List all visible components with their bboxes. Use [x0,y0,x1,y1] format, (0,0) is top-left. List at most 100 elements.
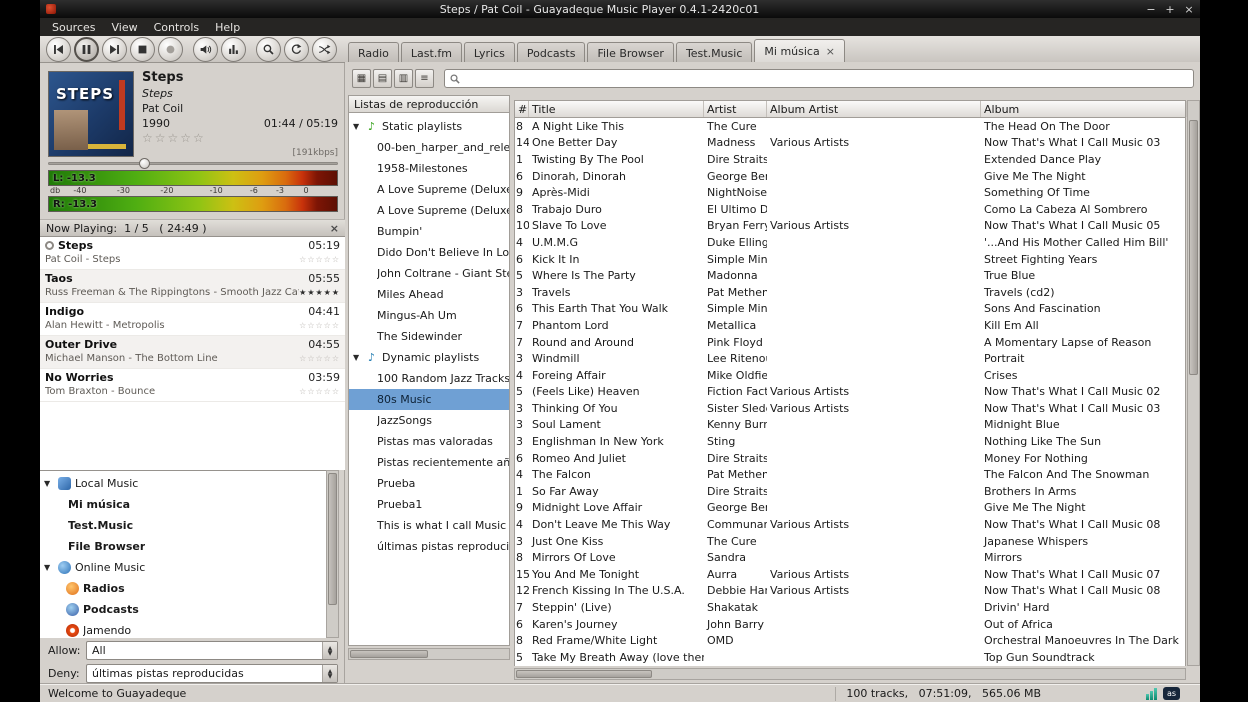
tab-last-fm[interactable]: Last.fm [401,42,462,63]
expander-icon[interactable]: ▼ [44,563,56,572]
maximize-button[interactable]: + [1162,3,1178,16]
player-rating-stars[interactable]: ☆☆☆☆☆ [142,131,338,145]
track-row[interactable]: 4The FalconPat Metheny GroupThe Falcon A… [515,466,1185,483]
track-row[interactable]: 8Red Frame/White LightOMDOrchestral Mano… [515,632,1185,649]
track-row[interactable]: 1So Far AwayDire StraitsBrothers In Arms [515,483,1185,500]
queue-track-rating[interactable]: ★★★★★ [299,288,340,297]
playlist-item[interactable]: Mingus-Ah Um [349,305,509,326]
expander-icon[interactable]: ▼ [44,479,56,488]
track-row[interactable]: 8A Night Like ThisThe CureThe Head On Th… [515,118,1185,135]
playlists-hscrollbar-thumb[interactable] [350,650,428,658]
tab-podcasts[interactable]: Podcasts [517,42,586,63]
tracklist-vscrollbar[interactable] [1187,100,1200,666]
now-playing-row[interactable]: Taos05:55Russ Freeman & The Rippingtons … [40,270,345,303]
track-row[interactable]: 4Foreing AffairMike OldfieldCrises [515,367,1185,384]
playlist-item[interactable]: A Love Supreme (Deluxe Editio [349,200,509,221]
title-bar[interactable]: Steps / Pat Coil - Guayadeque Music Play… [40,0,1200,18]
repeat-button[interactable] [284,37,309,62]
expander-icon[interactable]: ▼ [353,122,365,131]
search-input[interactable] [465,70,1193,87]
playlist-item[interactable]: Prueba [349,473,509,494]
track-row[interactable]: 7Steppin' (Live)ShakatakDrivin' Hard [515,599,1185,616]
library-item-mi-musica[interactable]: Mi música [40,494,326,515]
playlist-item[interactable]: Pistas recientemente añadidas [349,452,509,473]
track-row[interactable]: 3Englishman In New YorkStingNothing Like… [515,433,1185,450]
tracklist-hscrollbar-thumb[interactable] [516,670,652,678]
track-row[interactable]: 3WindmillLee RitenourPortrait [515,350,1185,367]
column-header-album[interactable]: Album [981,101,1187,117]
now-playing-row[interactable]: Indigo04:41Alan Hewitt - Metropolis☆☆☆☆☆ [40,303,345,336]
playlist-section-dynamic-playlists[interactable]: ▼♪Dynamic playlists [349,347,509,368]
menu-view[interactable]: View [104,20,146,35]
playlist-item[interactable]: Miles Ahead [349,284,509,305]
playlist-item[interactable]: últimas pistas reproducidas [349,536,509,557]
tab-file-browser[interactable]: File Browser [587,42,673,63]
library-section-online-music[interactable]: ▼Online Music [40,557,326,578]
deny-spinner-icon[interactable]: ▲▼ [322,665,337,682]
library-scrollbar[interactable] [326,470,339,638]
playlists-hscrollbar[interactable] [348,648,510,660]
progress-thumb[interactable] [139,158,150,169]
queue-track-rating[interactable]: ☆☆☆☆☆ [299,255,340,264]
track-row[interactable]: 10Slave To LoveBryan FerryVarious Artist… [515,218,1185,235]
track-row[interactable]: 9Midnight Love AffairGeorge BensonGive M… [515,500,1185,517]
track-row[interactable]: 6Karen's JourneyJohn BarryOut of Africa [515,616,1185,633]
track-row[interactable]: 8Trabajo DuroEl Ultimo De La FilaComo La… [515,201,1185,218]
menu-controls[interactable]: Controls [146,20,208,35]
library-item-radios[interactable]: Radios [40,578,326,599]
track-row[interactable]: 14One Better DayMadnessVarious ArtistsNo… [515,135,1185,152]
track-row[interactable]: 3Thinking Of YouSister SledgeVarious Art… [515,400,1185,417]
equalizer-button[interactable] [221,37,246,62]
pause-button[interactable] [74,37,99,62]
playlist-item[interactable]: 80s Music [349,389,509,410]
expander-icon[interactable]: ▼ [353,353,365,362]
track-row[interactable]: 5Take My Breath Away (love theme from Be… [515,649,1185,666]
playlist-item[interactable]: JazzSongs [349,410,509,431]
next-button[interactable] [102,37,127,62]
volume-button[interactable] [193,37,218,62]
track-row[interactable]: 8Mirrors Of LoveSandraMirrors [515,549,1185,566]
tab-radio[interactable]: Radio [348,42,399,63]
playlist-item[interactable]: Dido Don't Believe In Love Lista [349,242,509,263]
audioscrobbler-icon[interactable]: as [1163,687,1180,700]
playlist-item[interactable]: John Coltrane - Giant Steps [349,263,509,284]
tab-close-icon[interactable]: × [826,45,835,58]
track-row[interactable]: 1Twisting By The PoolDire StraitsExtende… [515,151,1185,168]
allow-combobox[interactable]: All ▲▼ [86,641,338,660]
search-box[interactable] [444,69,1194,88]
library-item-jamendo[interactable]: Jamendo [40,620,326,638]
tab-test-music[interactable]: Test.Music [676,42,752,63]
column-header-title[interactable]: Title [529,101,704,117]
column-header-album-artist[interactable]: Album Artist [767,101,981,117]
playlist-item[interactable]: Bumpin' [349,221,509,242]
now-playing-close-icon[interactable]: × [330,222,339,235]
playlist-item[interactable]: The Sidewinder [349,326,509,347]
playlist-section-static-playlists[interactable]: ▼♪Static playlists [349,116,509,137]
now-playing-row[interactable]: No Worries03:59Tom Braxton - Bounce☆☆☆☆☆ [40,369,345,402]
stop-button[interactable] [130,37,155,62]
track-row[interactable]: 15You And Me TonightAurraVarious Artists… [515,566,1185,583]
library-item-file-browser[interactable]: File Browser [40,536,326,557]
playlist-item[interactable]: 00-ben_harper_and_relentless7 [349,137,509,158]
queue-track-rating[interactable]: ☆☆☆☆☆ [299,354,340,363]
track-row[interactable]: 6Romeo And JulietDire StraitsMoney For N… [515,450,1185,467]
view-mode-button-4[interactable]: ≡ [415,69,434,88]
menu-sources[interactable]: Sources [44,20,104,35]
playlist-item[interactable]: Prueba1 [349,494,509,515]
track-row[interactable]: 6This Earth That You WalkSimple MindsSon… [515,301,1185,318]
previous-button[interactable] [46,37,71,62]
deny-combobox[interactable]: últimas pistas reproducidas ▲▼ [86,664,338,683]
menu-help[interactable]: Help [207,20,248,35]
track-row[interactable]: 4U.M.M.GDuke Ellington'...And His Mother… [515,234,1185,251]
progress-groove[interactable] [48,162,338,165]
queue-track-rating[interactable]: ☆☆☆☆☆ [299,387,340,396]
library-item-test-music[interactable]: Test.Music [40,515,326,536]
queue-track-rating[interactable]: ☆☆☆☆☆ [299,321,340,330]
tab-lyrics[interactable]: Lyrics [464,42,515,63]
track-row[interactable]: 3TravelsPat MethenyTravels (cd2) [515,284,1185,301]
tracklist-vscrollbar-thumb[interactable] [1189,120,1198,375]
track-row[interactable]: 3Soul LamentKenny BurrellMidnight Blue [515,417,1185,434]
shuffle-button[interactable] [312,37,337,62]
track-row[interactable]: 9Après-MidiNightNoiseSomething Of Time [515,184,1185,201]
track-row[interactable]: 4Don't Leave Me This WayCommunardsVariou… [515,516,1185,533]
